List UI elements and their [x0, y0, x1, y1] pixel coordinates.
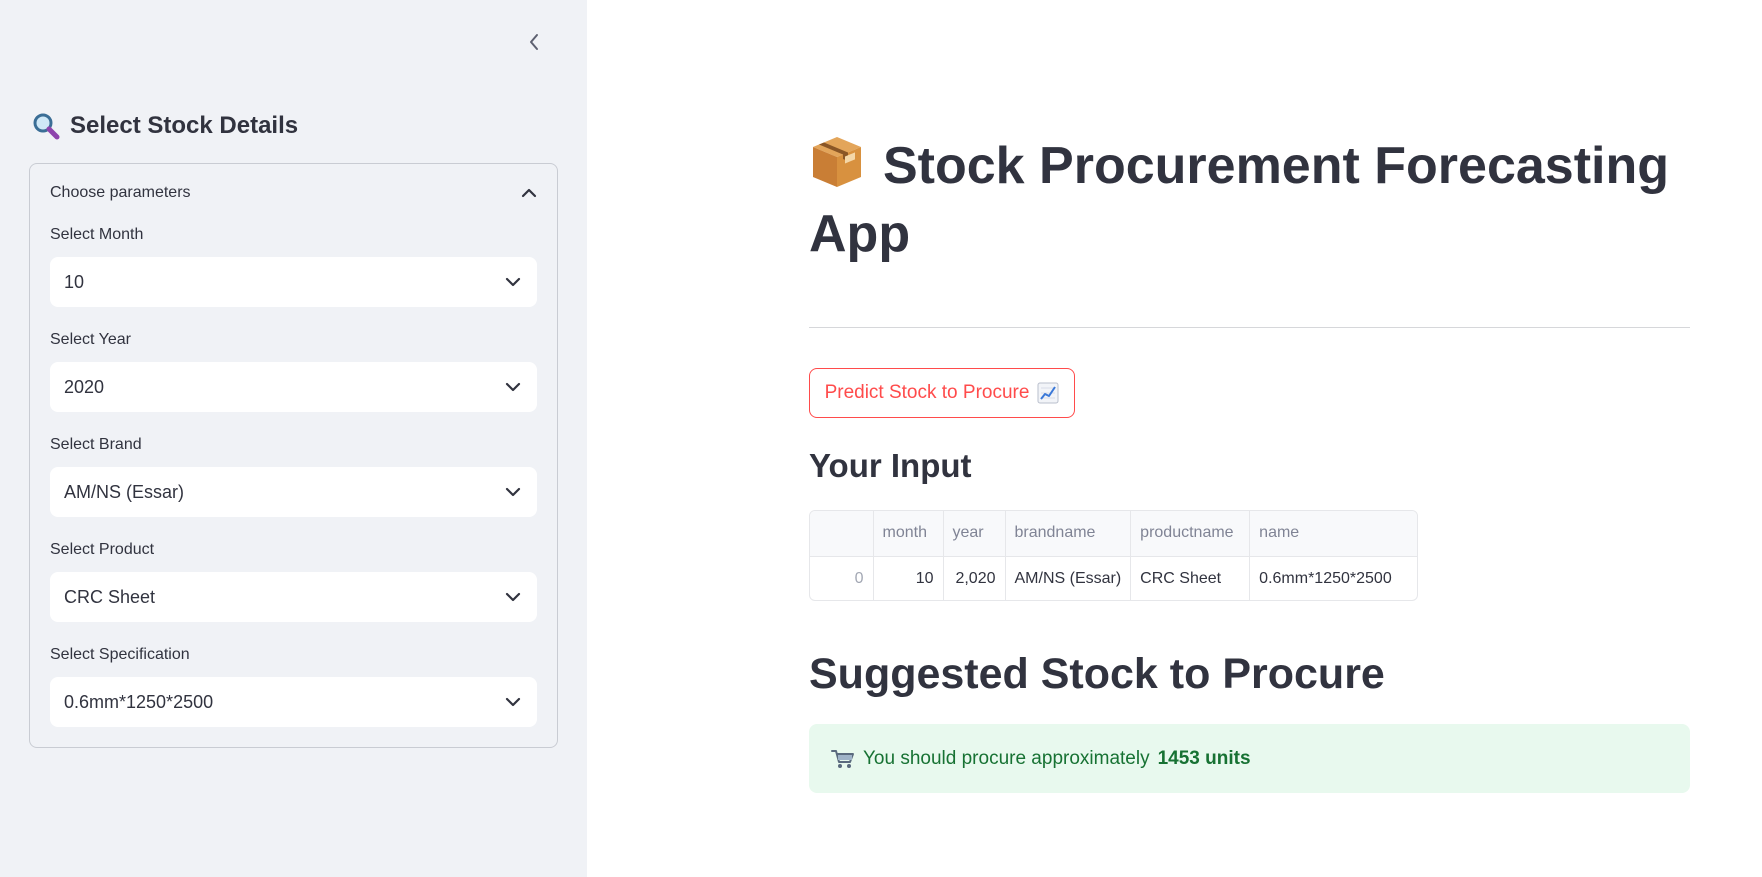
month-value: 10	[64, 271, 85, 292]
alert-text: You should procure approximately	[863, 747, 1150, 769]
expander-label: Choose parameters	[50, 184, 191, 201]
success-alert: You should procure approximately 1453 un…	[809, 724, 1690, 793]
table-cell[interactable]: 2,020	[943, 556, 1006, 600]
predict-button-label: Predict Stock to Procure	[824, 382, 1030, 403]
table-cell[interactable]: AM/NS (Essar)	[1005, 556, 1132, 600]
brand-label: Select Brand	[50, 436, 142, 453]
predict-button[interactable]: Predict Stock to Procure	[809, 368, 1075, 418]
column-header[interactable]: productname	[1130, 511, 1251, 556]
chevron-down-icon	[505, 277, 521, 287]
chevron-down-icon	[505, 592, 521, 602]
main-content: Stock Procurement Forecasting App Predic…	[587, 0, 1762, 877]
alert-amount: 1453 units	[1157, 747, 1251, 769]
specification-field: Select Specification 0.6mm*1250*2500	[50, 646, 537, 727]
specification-label: Select Specification	[50, 646, 190, 663]
expander-header[interactable]: Choose parameters	[30, 164, 557, 222]
brand-field: Select Brand AM/NS (Essar)	[50, 436, 537, 517]
table-cell[interactable]: 10	[873, 556, 944, 600]
month-label: Select Month	[50, 226, 144, 243]
your-input-heading: Your Input	[809, 447, 972, 484]
column-header[interactable]: month	[873, 511, 944, 556]
suggested-heading: Suggested Stock to Procure	[809, 650, 1385, 698]
year-field: Select Year 2020	[50, 331, 537, 412]
shopping-cart-icon	[831, 749, 854, 768]
app: Select Stock Details Choose parameters S…	[0, 0, 1762, 877]
product-label: Select Product	[50, 541, 155, 558]
brand-value: AM/NS (Essar)	[64, 481, 185, 502]
product-select[interactable]: CRC Sheet	[50, 572, 537, 622]
chevron-down-icon	[505, 382, 521, 392]
table-cell-index[interactable]: 0	[810, 556, 874, 600]
collapse-sidebar-button[interactable]	[522, 30, 546, 54]
magnifier-icon	[33, 113, 60, 140]
input-table[interactable]: month year brandname productname name 0 …	[809, 510, 1418, 601]
chevron-down-icon	[505, 487, 521, 497]
column-header-index[interactable]	[810, 511, 874, 556]
year-label: Select Year	[50, 331, 131, 348]
column-header[interactable]: brandname	[1005, 511, 1132, 556]
package-icon	[813, 137, 861, 187]
chart-increasing-icon	[1037, 382, 1059, 404]
product-field: Select Product CRC Sheet	[50, 541, 537, 622]
page-title-text: Stock Procurement Forecasting App	[809, 137, 1669, 263]
year-select[interactable]: 2020	[50, 362, 537, 412]
column-header[interactable]: year	[943, 511, 1006, 556]
table-cell[interactable]: 0.6mm*1250*2500	[1250, 556, 1417, 600]
chevron-up-icon	[521, 188, 537, 198]
table-cell[interactable]: CRC Sheet	[1130, 556, 1251, 600]
sidebar-title-text: Select Stock Details	[70, 112, 299, 139]
product-value: CRC Sheet	[64, 586, 156, 607]
table-header-row: month year brandname productname name	[810, 511, 1417, 556]
chevron-left-icon	[530, 34, 538, 50]
month-field: Select Month 10	[50, 226, 537, 307]
divider	[809, 327, 1690, 328]
column-header[interactable]: name	[1250, 511, 1417, 556]
year-value: 2020	[64, 376, 105, 397]
table-row: 0 10 2,020 AM/NS (Essar) CRC Sheet 0.6mm…	[810, 556, 1417, 600]
month-select[interactable]: 10	[50, 257, 537, 307]
specification-value: 0.6mm*1250*2500	[64, 691, 214, 712]
chevron-down-icon	[505, 697, 521, 707]
specification-select[interactable]: 0.6mm*1250*2500	[50, 677, 537, 727]
brand-select[interactable]: AM/NS (Essar)	[50, 467, 537, 517]
sidebar: Select Stock Details Choose parameters S…	[0, 0, 587, 877]
parameters-expander: Choose parameters Select Month 10 Select…	[29, 163, 558, 748]
sidebar-title: Select Stock Details	[32, 112, 298, 140]
page-title: Stock Procurement Forecasting App	[809, 132, 1689, 268]
